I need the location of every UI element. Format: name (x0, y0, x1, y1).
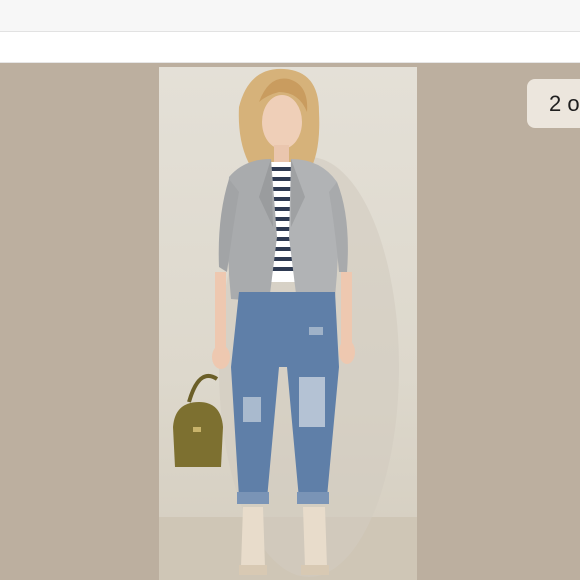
sub-bar (0, 32, 580, 63)
photo-illustration (159, 68, 417, 580)
top-bar (0, 0, 580, 32)
page-counter: 2 o (527, 79, 580, 128)
image-viewer[interactable]: 2 o (0, 63, 580, 580)
product-photo[interactable] (159, 67, 417, 580)
